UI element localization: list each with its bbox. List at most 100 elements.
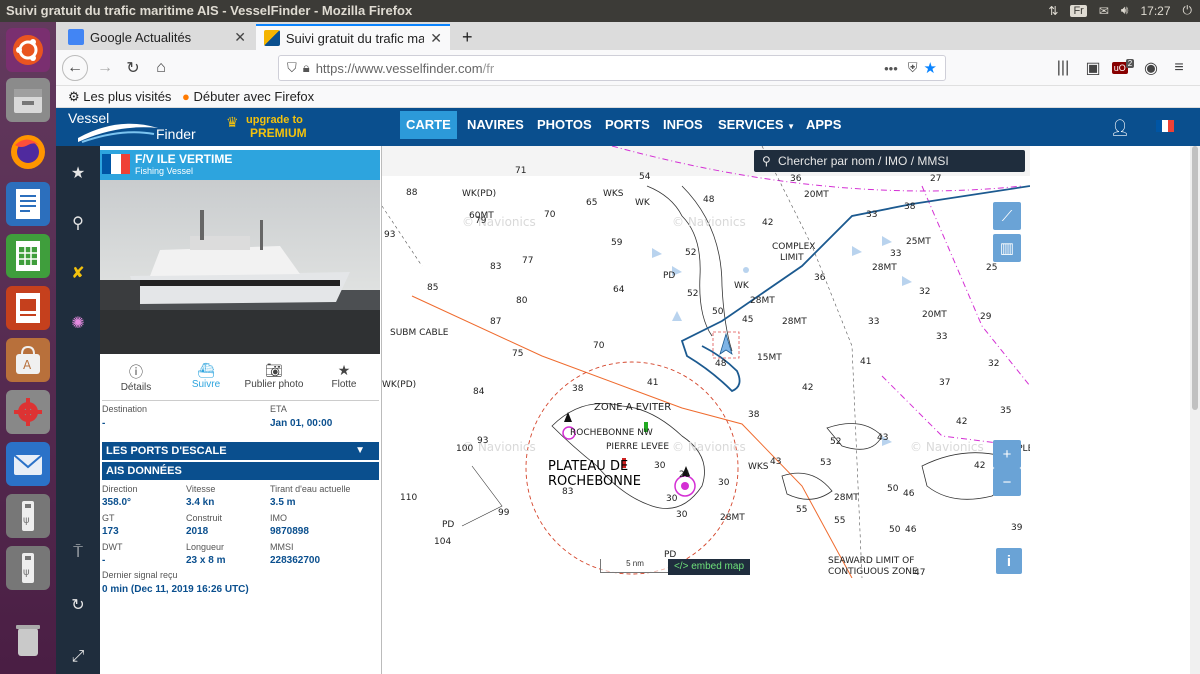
sounding-label: 75	[512, 349, 524, 359]
antenna-icon[interactable]: ⍑	[56, 538, 100, 568]
zoom-out-button[interactable]: −	[993, 468, 1021, 496]
library-icon[interactable]: |||	[1050, 56, 1076, 80]
sounding-label: 52	[830, 437, 842, 447]
sounding-label: 38	[748, 410, 760, 420]
lock-icon[interactable]: 🔒︎	[303, 60, 310, 76]
follow-button[interactable]: ⛴ Suivre	[180, 362, 232, 390]
nav-carte[interactable]: CARTE	[400, 111, 457, 139]
refresh-icon[interactable]: ↻	[56, 590, 100, 620]
sounding-label: 45	[742, 315, 754, 325]
bookmark-most-visited[interactable]: ⚙ Les plus visités	[68, 89, 171, 105]
destination-value: -	[102, 418, 106, 429]
sounding-label: 71	[515, 166, 527, 176]
sounding-label: WK	[635, 198, 650, 208]
tab-google-news[interactable]: Google Actualités ✕	[60, 24, 254, 50]
user-icon[interactable]: 👤︎	[1110, 118, 1130, 138]
map-info-button[interactable]: i	[996, 548, 1022, 574]
volume-icon[interactable]: 🔊︎	[1121, 3, 1129, 18]
keyboard-layout[interactable]: Fr	[1070, 4, 1087, 17]
close-tab-icon[interactable]: ✕	[234, 29, 246, 46]
settings-icon[interactable]	[6, 390, 50, 434]
star-icon[interactable]: ★	[56, 158, 100, 188]
writer-icon[interactable]	[6, 182, 50, 226]
sounding-label: 50	[887, 484, 899, 494]
nav-apps[interactable]: APPS	[800, 111, 847, 139]
eta-label: ETA	[270, 404, 287, 414]
calc-icon[interactable]	[6, 234, 50, 278]
shield-icon[interactable]: ⛉	[287, 60, 297, 76]
sounding-label: 48	[703, 195, 715, 205]
length-label: Longueur	[186, 542, 225, 552]
forward-button[interactable]: →	[92, 56, 118, 80]
nav-navires[interactable]: NAVIRES	[461, 111, 530, 139]
sounding-label: 88	[406, 188, 418, 198]
usb-drive-icon-1[interactable]: ψ	[6, 494, 50, 538]
new-tab-button[interactable]: +	[454, 24, 481, 50]
thunderbird-icon[interactable]	[6, 442, 50, 486]
embed-map-button[interactable]: </> embed map	[668, 559, 750, 575]
french-flag-icon[interactable]	[1156, 120, 1174, 132]
addon-badge: 2	[1125, 58, 1135, 68]
dwt-value: -	[102, 555, 106, 566]
back-button[interactable]: ←	[62, 55, 88, 81]
bookmark-getting-started[interactable]: ● Débuter avec Firefox	[182, 89, 314, 104]
ubuntu-dash-icon[interactable]	[6, 28, 50, 72]
nav-photos[interactable]: PHOTOS	[531, 111, 598, 139]
sounding-label: 20MT	[922, 310, 947, 320]
details-button[interactable]: ⓘ Détails	[110, 362, 162, 393]
nav-ports[interactable]: PORTS	[599, 111, 656, 139]
satellite-icon[interactable]: ✘	[56, 258, 100, 288]
map-layers-icon[interactable]: ▥	[993, 234, 1021, 262]
account-icon[interactable]: ◉	[1138, 56, 1164, 80]
limit-label: LIMIT	[780, 253, 804, 263]
power-icon[interactable]: ⏻	[1183, 3, 1193, 18]
map-pin-icon[interactable]: ⚲	[56, 208, 100, 238]
sounding-label: 93	[477, 436, 489, 446]
mail-icon[interactable]: ✉	[1099, 4, 1109, 18]
nav-services[interactable]: SERVICES ▼	[712, 111, 801, 139]
vesselfinder-logo[interactable]: Vessel Finder	[68, 110, 198, 144]
nav-infos[interactable]: INFOS	[657, 111, 709, 139]
sounding-label: 28MT	[872, 263, 897, 273]
software-center-icon[interactable]: A	[6, 338, 50, 382]
home-button[interactable]: ⌂	[148, 56, 174, 80]
page-actions-icon[interactable]: •••	[884, 61, 898, 76]
bookmark-star-icon[interactable]: ★	[924, 59, 937, 77]
weather-icon[interactable]: ✺	[56, 308, 100, 338]
zone-label: ZONE A EVITER	[594, 402, 672, 413]
ports-section-toggle[interactable]: LES PORTS D'ESCALE ▼	[102, 442, 379, 460]
clock[interactable]: 17:27	[1140, 4, 1170, 18]
files-icon[interactable]	[6, 78, 50, 122]
vessel-photo[interactable]	[100, 180, 380, 354]
measure-tool-icon[interactable]: ⟋	[993, 202, 1021, 230]
gt-value: 173	[102, 526, 119, 537]
sidebar-icon[interactable]: ▣	[1080, 56, 1106, 80]
svg-text:© Navionics: © Navionics	[910, 440, 984, 454]
page-scrollbar[interactable]	[1190, 146, 1200, 674]
upgrade-premium-button[interactable]: ♛ upgrade to PREMIUM	[226, 112, 316, 142]
menu-icon[interactable]: ≡	[1166, 56, 1192, 80]
scrollbar-thumb[interactable]	[1192, 146, 1198, 410]
reload-button[interactable]: ↻	[120, 56, 146, 80]
map-search-input[interactable]: ⚲ Chercher par nom / IMO / MMSI	[754, 150, 1025, 172]
firefox-icon[interactable]	[6, 130, 50, 174]
trash-icon[interactable]	[6, 618, 50, 662]
nautical-map[interactable]: © Navionics © Navionics © Navionics © Na…	[382, 146, 1030, 578]
publish-photo-button[interactable]: 📷︎ Publier photo	[240, 362, 308, 390]
caret-down-icon: ▼	[355, 445, 365, 456]
close-tab-icon[interactable]: ✕	[430, 30, 442, 47]
pocket-icon[interactable]: ⛨	[908, 60, 918, 76]
network-icon[interactable]: ⇅	[1048, 4, 1058, 18]
usb-drive-icon-2[interactable]: ψ	[6, 546, 50, 590]
fleet-button[interactable]: ★ Flotte	[318, 362, 370, 390]
ublock-icon[interactable]: uO 2	[1110, 56, 1136, 80]
impress-icon[interactable]	[6, 286, 50, 330]
page-right-area	[1030, 146, 1200, 674]
fullscreen-icon[interactable]: ⤢	[56, 642, 100, 672]
ubuntu-launcher: A ψ ψ	[0, 22, 56, 674]
sounding-label: 79	[475, 216, 487, 226]
zoom-in-button[interactable]: +	[993, 440, 1021, 468]
url-bar[interactable]: ⛉ 🔒︎ https://www.vesselfinder.com/fr •••…	[278, 55, 946, 81]
tab-vesselfinder[interactable]: Suivi gratuit du trafic ma ✕	[256, 24, 450, 50]
sounding-label: 100	[456, 444, 474, 454]
